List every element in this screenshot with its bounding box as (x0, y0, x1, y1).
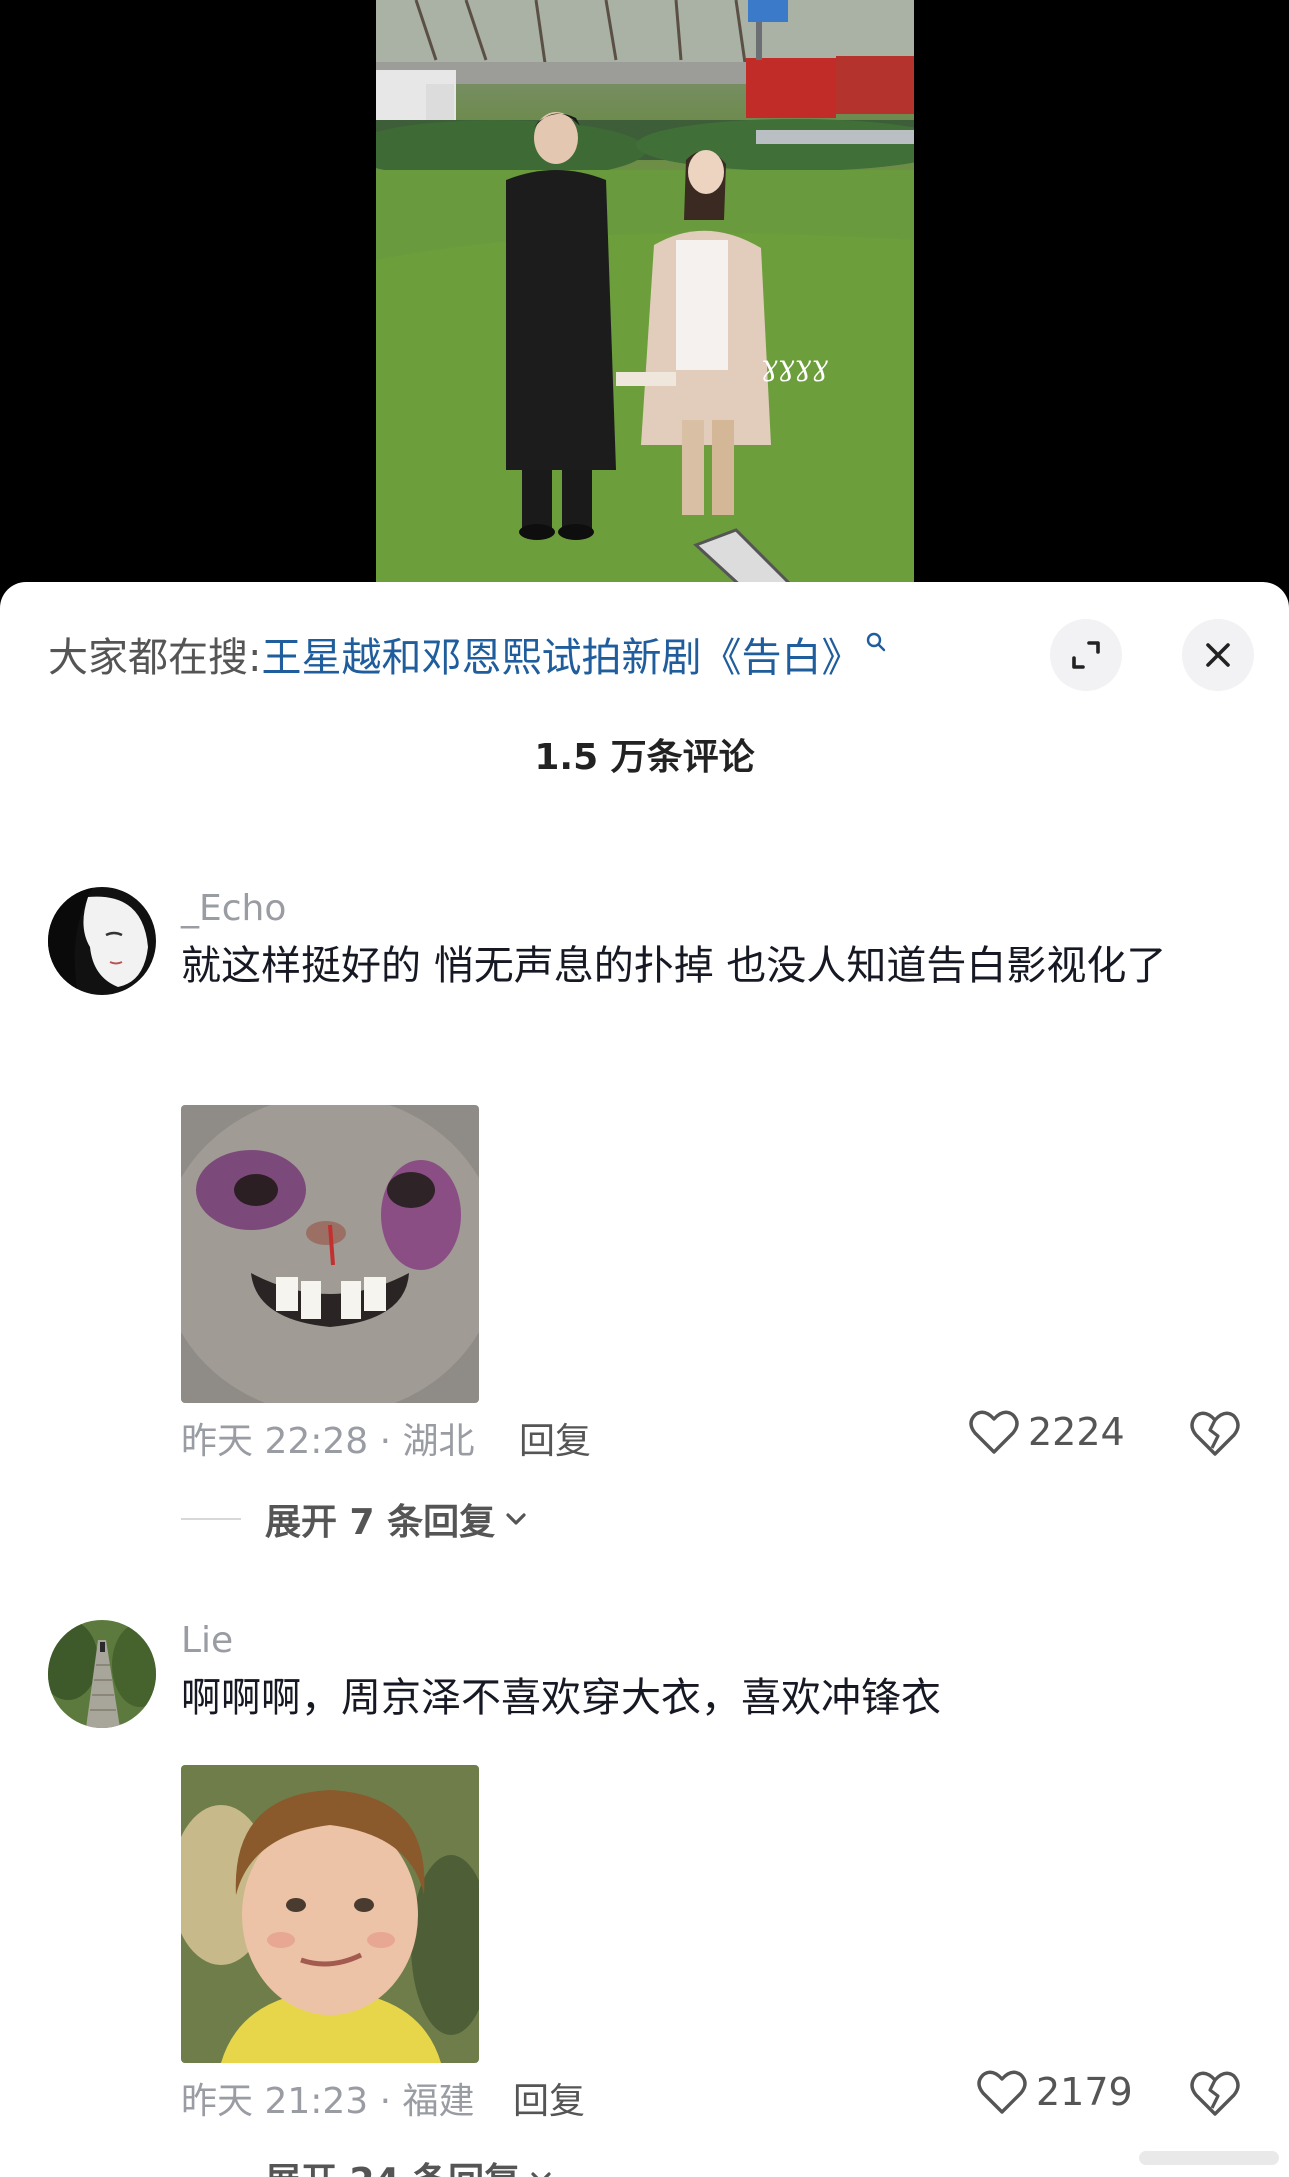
like-count: 2224 (1028, 1410, 1125, 1454)
comment-username[interactable]: _Echo (181, 888, 286, 929)
comment-image[interactable] (181, 1765, 479, 2063)
comments-sheet: 大家都在搜: 王星越和邓恩熙试拍新剧《告白》 1.5 万条评论 _Echo 就这… (0, 582, 1289, 2177)
broken-heart-icon[interactable] (1190, 1408, 1240, 1458)
comment-text: 就这样挺好的 悄无声息的扑掉 也没人知道告白影视化了 (181, 943, 1167, 989)
expand-icon (1072, 641, 1100, 669)
like-count: 2179 (1036, 2070, 1133, 2114)
video-frame: ɣɣɣɣ (376, 0, 914, 600)
heart-icon (977, 2070, 1027, 2114)
broken-heart-icon[interactable] (1190, 2068, 1240, 2118)
reply-button[interactable]: 回复 (513, 2072, 585, 2124)
chevron-down-icon (531, 2172, 551, 2177)
comment-count: 1.5 万条评论 (534, 737, 755, 778)
search-icon (867, 632, 886, 652)
expand-replies-label: 展开 7 条回复 (265, 1502, 496, 1543)
avatar[interactable] (48, 887, 156, 995)
close-icon (1206, 643, 1230, 667)
expand-button[interactable] (1050, 619, 1122, 691)
like-button[interactable]: 2224 (968, 1408, 1125, 1456)
expand-replies[interactable]: 展开 7 条回复 (181, 1493, 529, 1545)
video-still: ɣɣɣɣ (376, 0, 914, 600)
trending-search-prefix: 大家都在搜: (48, 635, 262, 681)
expand-replies-label: 展开 24 条回复 (265, 2152, 520, 2177)
chevron-down-icon (506, 1513, 526, 1525)
comment-username[interactable]: Lie (181, 1620, 233, 1661)
video-overlay-text: ɣɣɣɣ (761, 349, 828, 382)
video-player[interactable]: ɣɣɣɣ (0, 0, 1289, 600)
divider (181, 1518, 241, 1520)
comment-meta: 昨天 22:28 · 湖北 (181, 1421, 475, 1462)
trending-search-query[interactable]: 王星越和邓恩熙试拍新剧《告白》 (261, 625, 861, 683)
watermark (1139, 2151, 1279, 2165)
trending-search-bar[interactable]: 大家都在搜: 王星越和邓恩熙试拍新剧《告白》 (48, 624, 887, 684)
close-button[interactable] (1182, 619, 1254, 691)
avatar[interactable] (48, 1620, 156, 1728)
heart-icon (969, 1410, 1019, 1454)
expand-replies[interactable]: 展开 24 条回复 (181, 2152, 554, 2177)
comment-text: 啊啊啊，周京泽不喜欢穿大衣，喜欢冲锋衣 (181, 1675, 941, 1721)
reply-button[interactable]: 回复 (519, 1412, 591, 1464)
comment-image[interactable] (181, 1105, 479, 1403)
like-button[interactable]: 2179 (976, 2068, 1133, 2116)
comment-meta: 昨天 21:23 · 福建 (181, 2081, 475, 2122)
